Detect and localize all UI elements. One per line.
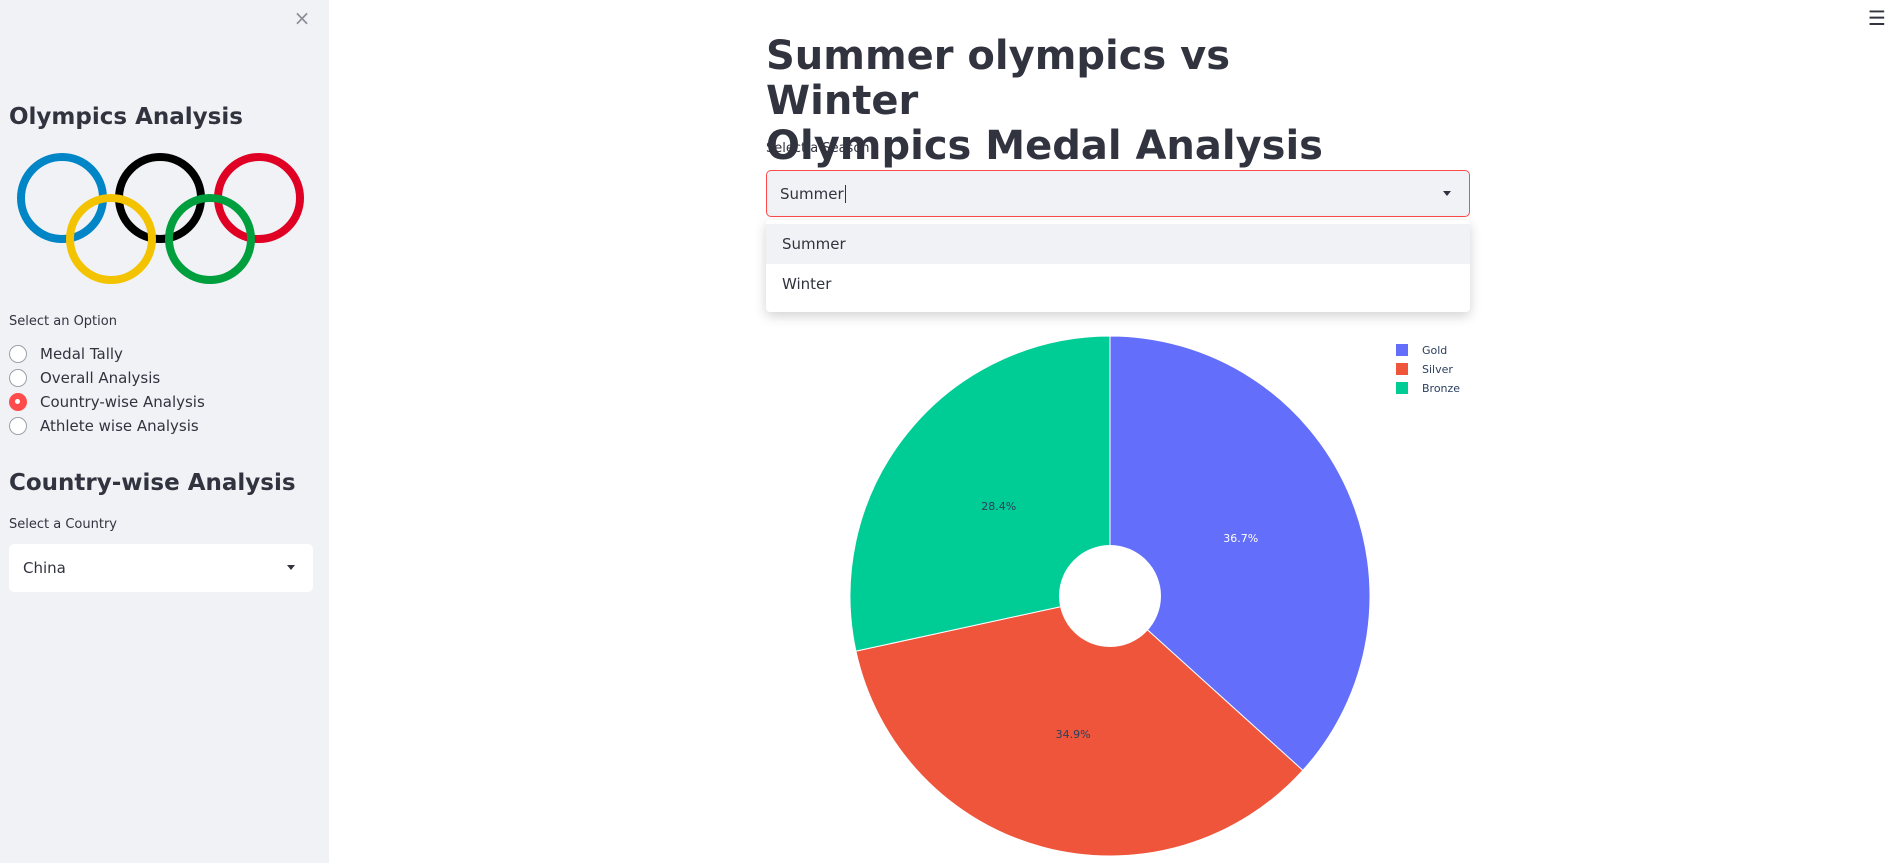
sidebar: × Olympics Analysis Select an Option Med… (0, 0, 329, 863)
text-cursor (844, 184, 846, 203)
season-dropdown-menu: Summer Winter (766, 220, 1470, 312)
radio-circle[interactable] (9, 417, 27, 435)
option-radio-group: Medal Tally Overall Analysis Country-wis… (9, 342, 205, 438)
sidebar-title: Olympics Analysis (9, 104, 243, 130)
pie-hole (1059, 545, 1161, 647)
radio-circle[interactable] (9, 345, 27, 363)
legend-label-silver[interactable]: Silver (1422, 363, 1453, 376)
radio-country-wise-analysis[interactable]: Country-wise Analysis (9, 390, 205, 414)
legend-swatch-gold[interactable] (1396, 344, 1408, 356)
radio-label: Medal Tally (40, 345, 123, 363)
dropdown-option-winter[interactable]: Winter (766, 264, 1470, 304)
country-select-value: China (23, 559, 66, 577)
dropdown-option-summer[interactable]: Summer (766, 224, 1470, 264)
page-title-line1: Summer olympics vs Winter (766, 33, 1231, 124)
radio-overall-analysis[interactable]: Overall Analysis (9, 366, 205, 390)
hamburger-menu-icon[interactable]: ☰ (1868, 6, 1886, 30)
radio-circle[interactable] (9, 369, 27, 387)
season-select[interactable]: Summer (766, 170, 1470, 217)
pie-value-label: 34.9% (1056, 728, 1091, 741)
radio-label: Country-wise Analysis (40, 393, 205, 411)
medal-pie-chart: 36.7% 34.9% 28.4% Gold Silver Bronze (849, 335, 1460, 857)
legend-swatch-silver[interactable] (1396, 363, 1408, 375)
season-label: Select a Season (766, 141, 870, 156)
radio-label: Athlete wise Analysis (40, 417, 199, 435)
legend-label-bronze[interactable]: Bronze (1422, 382, 1460, 395)
close-sidebar-icon[interactable]: × (292, 6, 312, 30)
pie-value-label: 36.7% (1223, 532, 1258, 545)
radio-medal-tally[interactable]: Medal Tally (9, 342, 205, 366)
radio-circle-selected[interactable] (9, 393, 27, 411)
country-select[interactable]: China (9, 544, 313, 592)
radio-athlete-wise-analysis[interactable]: Athlete wise Analysis (9, 414, 205, 438)
radio-label: Overall Analysis (40, 369, 161, 387)
olympic-rings-logo (17, 153, 304, 284)
legend-label-gold[interactable]: Gold (1422, 344, 1447, 357)
chevron-down-icon (1443, 191, 1451, 196)
pie-value-label: 28.4% (981, 500, 1016, 513)
legend-swatch-bronze[interactable] (1396, 382, 1408, 394)
section-subtitle: Country-wise Analysis (9, 470, 296, 496)
season-select-value: Summer (780, 184, 844, 203)
chevron-down-icon (287, 565, 295, 570)
option-label: Select an Option (9, 314, 117, 329)
country-label: Select a Country (9, 517, 117, 532)
